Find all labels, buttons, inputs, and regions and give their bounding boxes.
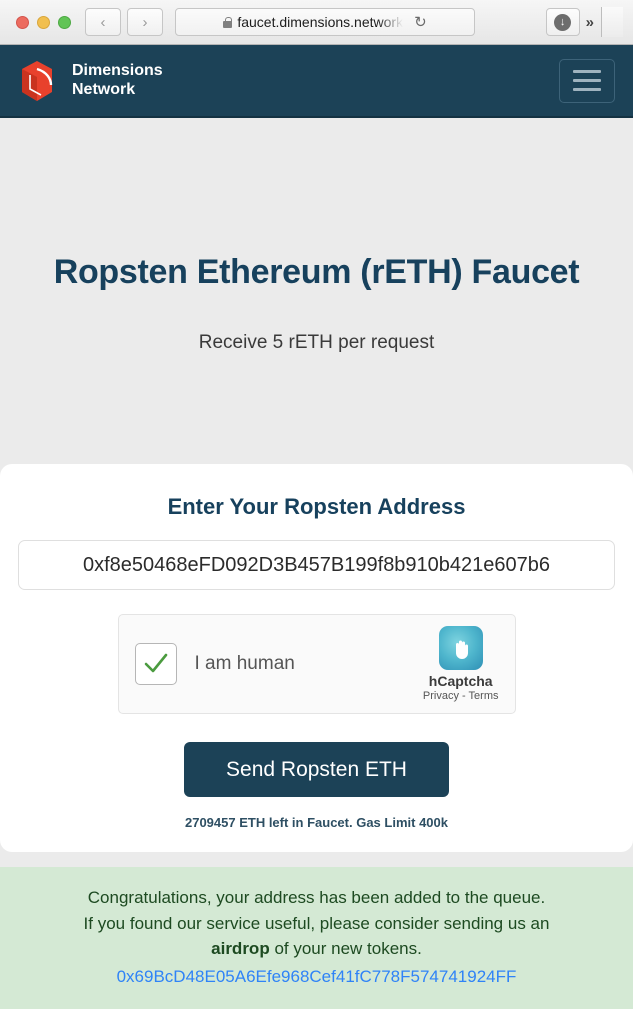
site-navbar: Dimensions Network — [0, 45, 633, 118]
form-heading: Enter Your Ropsten Address — [167, 494, 466, 519]
send-ropsten-eth-button[interactable]: Send Ropsten ETH — [184, 742, 449, 797]
success-line-3: airdrop of your new tokens. — [10, 936, 623, 962]
hcaptcha-brand-name: hCaptcha — [428, 673, 493, 689]
downloads-button[interactable]: ↓ — [545, 8, 580, 36]
address-bar[interactable]: faucet.dimensions.network ↻ — [175, 8, 475, 36]
chevron-right-icon: › — [142, 13, 148, 31]
hcaptcha-branding: hCaptcha Privacy - Terms — [423, 626, 499, 702]
success-line-2-before: If you found our service useful, please … — [83, 913, 550, 933]
url-text: faucet.dimensions.network — [237, 14, 404, 30]
back-button[interactable]: ‹ — [85, 8, 121, 36]
download-arrow-icon: ↓ — [554, 13, 572, 31]
success-line-1: Congratulations, your address has been a… — [87, 888, 546, 907]
browser-toolbar: ‹ › faucet.dimensions.network ↻ ↓ » — [0, 0, 633, 45]
dimensions-logo-icon — [22, 60, 53, 101]
success-line-2: If you found our service useful, please … — [10, 911, 623, 937]
page-subtitle: Receive 5 rETH per request — [198, 332, 435, 353]
success-banner: Congratulations, your address has been a… — [0, 867, 633, 1009]
hamburger-bar-1 — [573, 70, 601, 73]
close-window-button[interactable] — [16, 15, 29, 29]
brand-name: Dimensions Network — [72, 62, 163, 98]
toolbar-right-group: ↓ » — [545, 7, 625, 37]
section-gap — [0, 852, 633, 867]
brand-link[interactable]: Dimensions Network — [18, 58, 163, 104]
checkmark-icon — [144, 653, 167, 673]
reload-icon[interactable]: ↻ — [414, 13, 427, 31]
hero-section: Ropsten Ethereum (rETH) Faucet Receive 5… — [0, 118, 633, 464]
hcaptcha-hand-icon — [438, 626, 483, 670]
airdrop-emphasis: airdrop — [211, 939, 270, 958]
hcaptcha-checkbox[interactable] — [134, 643, 177, 685]
hamburger-bar-2 — [573, 79, 601, 82]
hamburger-bar-3 — [573, 88, 601, 91]
hand-glyph-icon — [455, 640, 468, 659]
hcaptcha-privacy-terms[interactable]: Privacy - Terms — [423, 690, 499, 702]
success-line-3-after: of your new tokens. — [274, 939, 422, 958]
donation-address-link[interactable]: 0x69BcD48E05A6Efe968Cef41fC778F574741924… — [10, 964, 623, 990]
faucet-status-text: 2709457 ETH left in Faucet. Gas Limit 40… — [184, 815, 448, 830]
window-controls — [16, 15, 71, 29]
form-card-wrapper: Enter Your Ropsten Address I am human hC… — [0, 464, 633, 852]
forward-button[interactable]: › — [127, 8, 163, 36]
address-bar-content: faucet.dimensions.network ↻ — [223, 13, 427, 31]
maximize-window-button[interactable] — [58, 15, 71, 29]
toolbar-edge-panel — [601, 7, 623, 37]
faucet-form-card: Enter Your Ropsten Address I am human hC… — [0, 464, 633, 852]
page-title: Ropsten Ethereum (rETH) Faucet — [53, 253, 580, 291]
ropsten-address-input[interactable] — [18, 540, 615, 590]
lock-icon — [223, 16, 233, 28]
hcaptcha-widget[interactable]: I am human hCaptcha Privacy - Terms — [117, 614, 516, 714]
navigation-buttons: ‹ › — [85, 8, 163, 36]
hcaptcha-label: I am human — [194, 653, 295, 674]
toolbar-overflow-icon[interactable]: » — [586, 14, 594, 31]
hamburger-menu-button[interactable] — [559, 58, 615, 103]
chevron-left-icon: ‹ — [100, 13, 106, 31]
minimize-window-button[interactable] — [37, 15, 50, 29]
